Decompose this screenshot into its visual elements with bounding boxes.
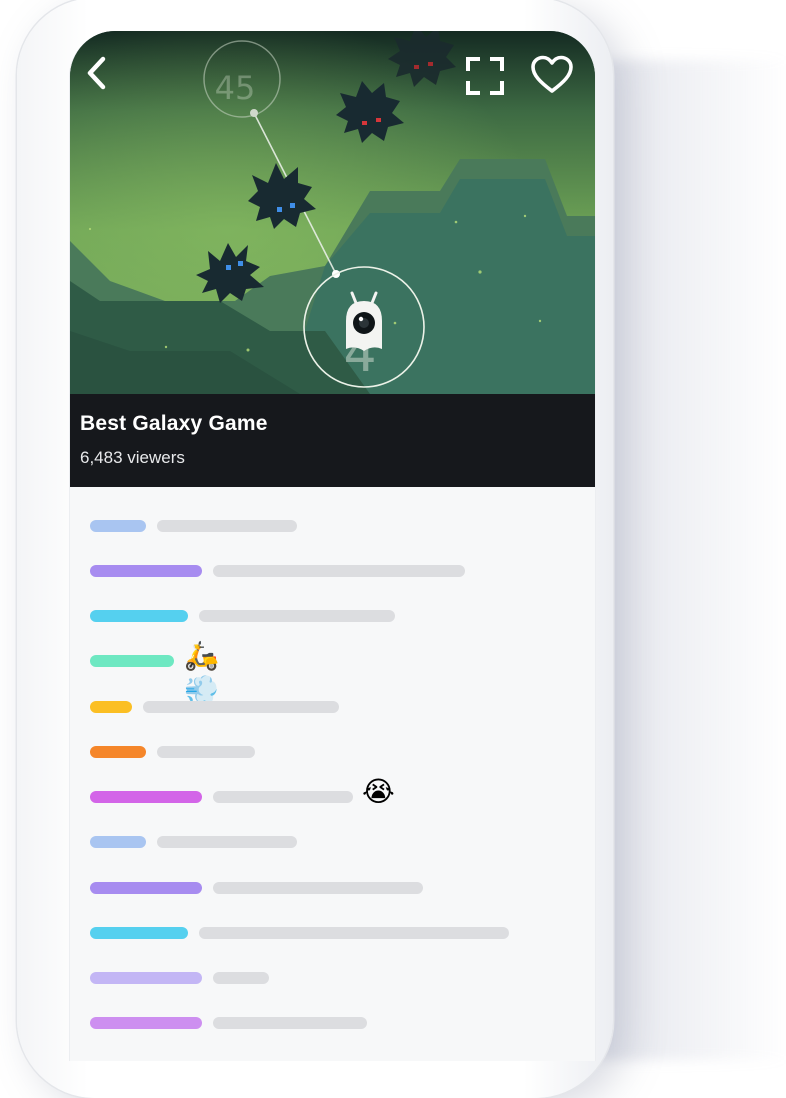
chat-text-placeholder [213,1017,367,1029]
viewer-count: 6,483 viewers [80,448,185,467]
phone-shadow [600,60,786,1060]
fullscreen-button[interactable] [466,57,506,97]
chat-text-placeholder [213,565,465,577]
chat-text-placeholder [199,927,509,939]
back-button[interactable] [84,55,120,97]
chat-emoji: 😭 [362,776,395,807]
stream-title: Best Galaxy Game [80,412,268,435]
chat-username-pill [90,836,146,848]
fullscreen-icon [466,57,504,95]
chat-username-pill [90,610,188,622]
chat-text-placeholder [143,701,339,713]
chat-username-pill [90,791,202,803]
game-scene: 45 4 [70,31,595,394]
chat-username-pill [90,565,202,577]
chat-text-placeholder [213,791,353,803]
chat-text-placeholder [199,610,395,622]
chat-username-pill [90,746,146,758]
top-counter-text: 45 [215,69,256,107]
phone-frame: 45 4 Best Galaxy Game 6,483 viewers 🛵💨 😭 [17,0,613,1098]
phone-screen: 45 4 Best Galaxy Game 6,483 viewers 🛵💨 😭 [69,31,596,1061]
chat-username-pill [90,520,146,532]
chat-username-pill [90,701,132,713]
chat-emoji: 🛵💨 [184,640,219,705]
chat-text-placeholder [157,746,255,758]
chat-username-pill [90,882,202,894]
game-stream-view[interactable]: 45 4 [70,31,595,394]
stream-info-bar: Best Galaxy Game 6,483 viewers [70,394,595,487]
chat-text-placeholder [157,520,297,532]
favorite-button[interactable] [530,55,578,99]
chevron-left-icon [87,56,106,90]
chat-username-pill [90,655,174,667]
heart-icon [531,55,573,93]
chat-panel[interactable]: 🛵💨 😭 [70,487,595,1061]
chat-text-placeholder [213,882,423,894]
chat-username-pill [90,1017,202,1029]
chat-username-pill [90,972,202,984]
chat-text-placeholder [213,972,269,984]
chat-username-pill [90,927,188,939]
chat-text-placeholder [157,836,297,848]
